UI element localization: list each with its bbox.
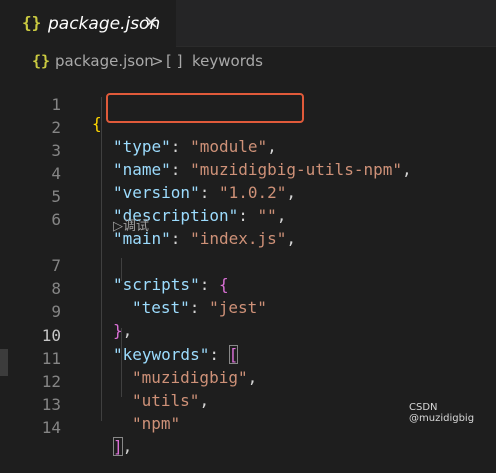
code-line: 8 "test": "jest" [0,258,496,317]
code-line-active: 10 "keywords": [ [0,305,496,364]
code-line: 11 "muzidigbig", [0,328,496,387]
code-line: 4 "version": "1.0.2", [0,143,496,202]
tab-package-json[interactable]: {} package.json × [0,0,176,47]
code-line: 6 "main": "index.js", [0,189,496,248]
array-icon: [ ] [166,52,183,70]
code-line: 12 "utils", [0,351,496,410]
code-line: 7 "scripts": { [0,235,496,294]
chevron-right-icon: > [151,52,164,70]
close-bracket: ] [113,437,123,456]
breadcrumb-symbol[interactable]: keywords [192,52,263,70]
line-number: 14 [41,418,61,437]
breadcrumb-file[interactable]: package.json [55,52,154,70]
code-editor[interactable]: 1 { 2 "type": "module", 3 "name": "muzid… [0,74,496,456]
tab-bar: {} package.json × [0,0,496,47]
line-number: 6 [51,210,61,229]
code-line: 5 "description": "", [0,166,496,225]
breadcrumb: {} package.json > [ ] keywords [0,47,496,75]
code-line: 13 "npm" [0,374,496,433]
code-line: 3 "name": "muzidigbig-utils-npm", [0,120,496,179]
json-file-icon: {} [22,13,42,32]
code-line: 9 }, [0,281,496,340]
scroll-indicator [0,349,8,376]
close-icon[interactable]: × [143,11,159,33]
highlight-annotation [106,93,304,123]
json-file-icon: {} [32,52,51,70]
